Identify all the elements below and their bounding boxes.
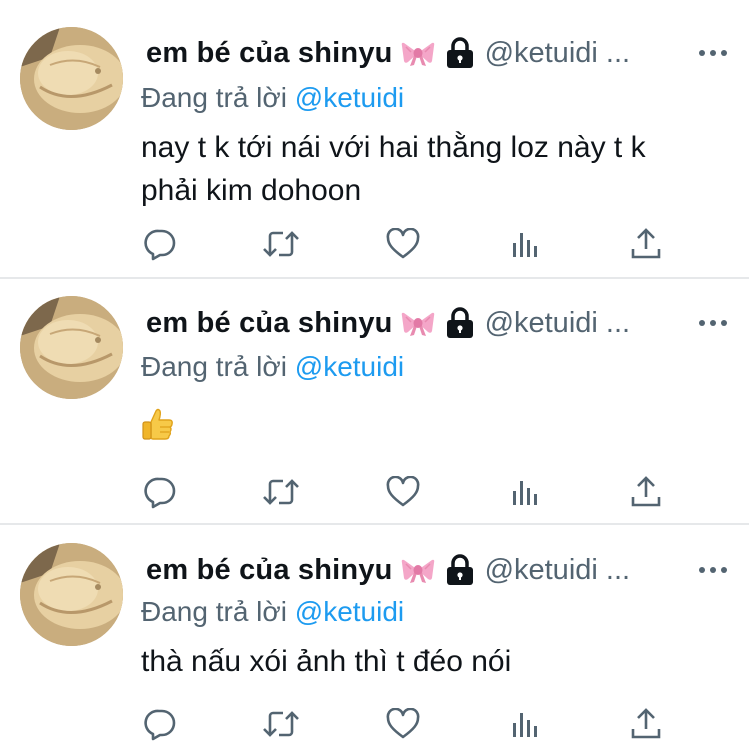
tweet[interactable]: em bé của shinyu @ketuidi ... Đang trả l… <box>0 0 749 278</box>
reply-prefix: Đang trả lời <box>141 82 287 113</box>
views-button[interactable] <box>505 704 545 744</box>
tweet-header: em bé của shinyu @ketuidi ... <box>146 550 729 590</box>
more-icon[interactable] <box>697 37 729 69</box>
tweet-header: em bé của shinyu @ketuidi ... <box>146 33 729 73</box>
retweet-button[interactable] <box>261 704 301 744</box>
like-button[interactable] <box>383 224 423 264</box>
tweet-text-line: thà nấu xói ảnh thì t đéo nói <box>141 645 512 678</box>
replying-to: Đang trả lời @ketuidi <box>141 596 404 628</box>
reply-prefix: Đang trả lời <box>141 351 287 382</box>
share-button[interactable] <box>626 704 666 744</box>
reply-icon <box>144 709 176 741</box>
avatar[interactable] <box>20 296 123 399</box>
share-button[interactable] <box>626 224 666 264</box>
thumbs-up-emoji-icon <box>141 407 175 441</box>
reply-prefix: Đang trả lời <box>141 596 287 627</box>
share-icon <box>631 228 661 259</box>
heart-icon <box>386 708 420 739</box>
tweet-text: thà nấu xói ảnh thì t đéo nói <box>141 640 721 683</box>
replying-to: Đang trả lời @ketuidi <box>141 82 404 114</box>
ribbon-emoji-icon <box>401 556 435 584</box>
reply-handle-link[interactable]: @ketuidi <box>295 351 404 382</box>
heart-icon <box>386 476 420 507</box>
retweet-icon <box>263 711 299 737</box>
reply-button[interactable] <box>140 224 180 264</box>
heart-icon <box>386 228 420 259</box>
views-icon <box>513 481 537 505</box>
divider <box>0 523 749 525</box>
views-icon <box>513 713 537 737</box>
tweet[interactable]: em bé của shinyu @ketuidi ... Đang trả l… <box>0 526 749 746</box>
reply-handle-link[interactable]: @ketuidi <box>295 82 404 113</box>
retweet-icon <box>263 231 299 257</box>
avatar[interactable] <box>20 27 123 130</box>
tweet-actions <box>140 704 680 744</box>
display-name[interactable]: em bé của shinyu <box>146 307 393 340</box>
tweet-text: nay t k tới nái với hai thằng loz này t … <box>141 126 721 212</box>
user-handle[interactable]: @ketuidi ... <box>485 37 631 70</box>
avatar[interactable] <box>20 543 123 646</box>
ribbon-emoji-icon <box>401 309 435 337</box>
retweet-button[interactable] <box>261 472 301 512</box>
views-button[interactable] <box>505 224 545 264</box>
tweet-text <box>141 407 721 453</box>
reply-button[interactable] <box>140 472 180 512</box>
share-icon <box>631 476 661 507</box>
views-icon <box>513 233 537 257</box>
display-name[interactable]: em bé của shinyu <box>146 554 393 587</box>
views-button[interactable] <box>505 472 545 512</box>
reply-button[interactable] <box>140 704 180 744</box>
tweet-text-line: phải kim dohoon <box>141 174 362 207</box>
share-button[interactable] <box>626 472 666 512</box>
retweet-button[interactable] <box>261 224 301 264</box>
more-icon[interactable] <box>697 554 729 586</box>
like-button[interactable] <box>383 704 423 744</box>
tweet-header: em bé của shinyu @ketuidi ... <box>146 303 729 343</box>
tweet-feed: em bé của shinyu @ketuidi ... Đang trả l… <box>0 0 749 746</box>
more-icon[interactable] <box>697 307 729 339</box>
like-button[interactable] <box>383 472 423 512</box>
tweet-actions <box>140 472 680 512</box>
lock-icon <box>445 307 475 339</box>
reply-icon <box>144 229 176 261</box>
tweet-text-line: nay t k tới nái với hai thằng loz này t … <box>141 131 646 164</box>
share-icon <box>631 708 661 739</box>
reply-handle-link[interactable]: @ketuidi <box>295 596 404 627</box>
ribbon-emoji-icon <box>401 39 435 67</box>
reply-icon <box>144 477 176 509</box>
user-handle[interactable]: @ketuidi ... <box>485 307 631 340</box>
lock-icon <box>445 37 475 69</box>
retweet-icon <box>263 479 299 505</box>
tweet[interactable]: em bé của shinyu @ketuidi ... Đang trả l… <box>0 279 749 525</box>
replying-to: Đang trả lời @ketuidi <box>141 351 404 383</box>
lock-icon <box>445 554 475 586</box>
display-name[interactable]: em bé của shinyu <box>146 37 393 70</box>
user-handle[interactable]: @ketuidi ... <box>485 554 631 587</box>
tweet-actions <box>140 224 680 264</box>
